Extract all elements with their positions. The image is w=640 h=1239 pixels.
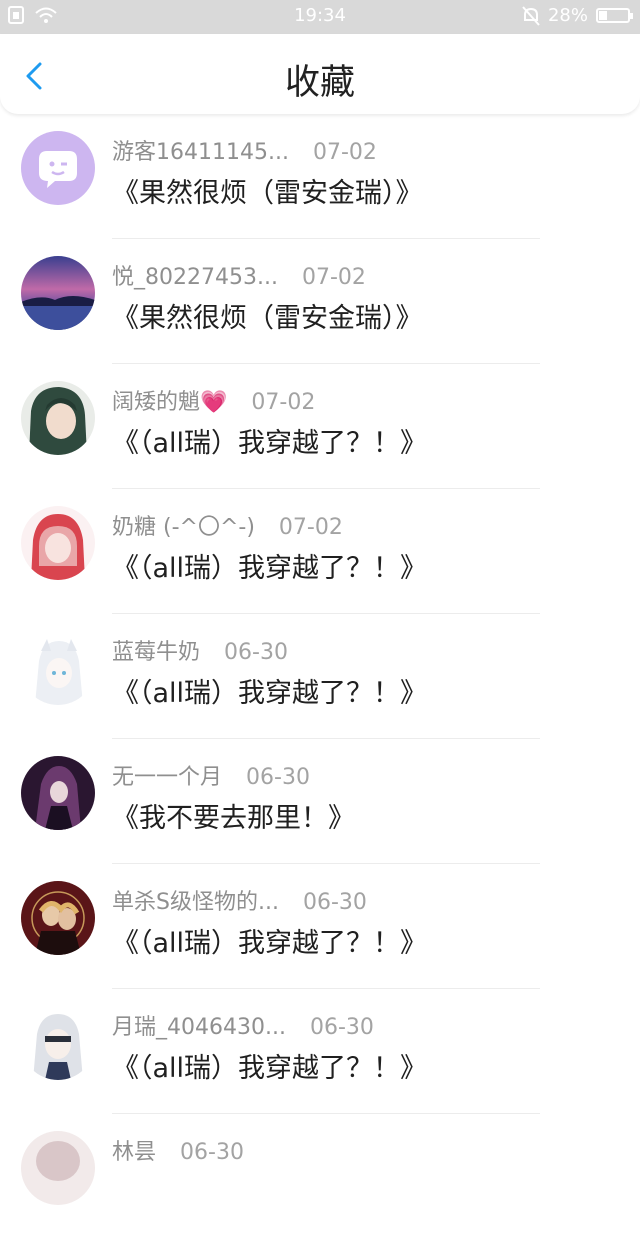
avatar[interactable] bbox=[21, 1131, 95, 1205]
book-title[interactable]: 《（all瑞）我穿越了？！》 bbox=[112, 1046, 427, 1085]
date: 06-30 bbox=[246, 765, 310, 790]
list-item[interactable]: 游客16411145... 07-02 《果然很烦（雷安金瑞）》 bbox=[0, 114, 640, 239]
page-title: 收藏 bbox=[284, 63, 355, 103]
item-meta: 林昙 06-30 bbox=[112, 1134, 244, 1166]
date: 07-02 bbox=[301, 265, 366, 290]
username[interactable]: 林昙 bbox=[112, 1140, 156, 1165]
username[interactable]: 阔矮的魈💗 bbox=[112, 390, 227, 415]
character-avatar-image bbox=[21, 881, 95, 955]
character-avatar-image bbox=[21, 631, 95, 705]
list-item[interactable]: 单杀S级怪物的... 06-30 《（all瑞）我穿越了？！》 bbox=[0, 864, 640, 989]
date: 06-30 bbox=[309, 1015, 374, 1040]
battery-level bbox=[599, 11, 607, 20]
date: 07-02 bbox=[251, 390, 316, 415]
avatar[interactable] bbox=[21, 756, 95, 830]
battery-percent: 28% bbox=[547, 5, 588, 26]
item-meta: 蓝莓牛奶 06-30 bbox=[112, 634, 288, 666]
landscape-avatar-image bbox=[21, 256, 95, 330]
item-meta: 阔矮的魈💗 07-02 bbox=[112, 384, 315, 416]
username[interactable]: 奶糖 (-^〇^-) bbox=[112, 515, 255, 540]
nav-bar: 收藏 bbox=[0, 34, 640, 114]
battery-icon bbox=[596, 8, 633, 23]
character-avatar-image bbox=[21, 1006, 95, 1080]
item-meta: 奶糖 (-^〇^-) 07-02 bbox=[112, 509, 343, 541]
avatar[interactable] bbox=[21, 881, 95, 955]
favorites-list: 游客16411145... 07-02 《果然很烦（雷安金瑞）》 悦_802274… bbox=[0, 114, 640, 1239]
mute-bell-icon bbox=[522, 5, 540, 26]
avatar[interactable] bbox=[21, 381, 95, 455]
book-title[interactable]: 《（all瑞）我穿越了？！》 bbox=[112, 546, 427, 585]
character-avatar-image bbox=[21, 506, 95, 580]
list-item[interactable]: 林昙 06-30 bbox=[0, 1114, 640, 1239]
book-title[interactable]: 《我不要去那里！》 bbox=[112, 796, 355, 835]
avatar[interactable] bbox=[21, 131, 95, 205]
item-meta: 无一一个月 06-30 bbox=[112, 759, 310, 791]
date: 07-02 bbox=[278, 515, 343, 540]
character-avatar-image bbox=[21, 1131, 95, 1205]
item-meta: 单杀S级怪物的... 06-30 bbox=[112, 884, 367, 916]
book-title[interactable]: 《（all瑞）我穿越了？！》 bbox=[112, 671, 427, 710]
avatar[interactable] bbox=[21, 1006, 95, 1080]
list-item[interactable]: 无一一个月 06-30 《我不要去那里！》 bbox=[0, 739, 640, 864]
list-item[interactable]: 月瑞_4046430... 06-30 《（all瑞）我穿越了？！》 bbox=[0, 989, 640, 1114]
date: 06-30 bbox=[180, 1140, 244, 1165]
list-item[interactable]: 阔矮的魈💗 07-02 《（all瑞）我穿越了？！》 bbox=[0, 364, 640, 489]
date: 06-30 bbox=[302, 890, 367, 915]
status-bar: 19:34 28% bbox=[0, 0, 640, 34]
avatar[interactable] bbox=[21, 506, 95, 580]
character-avatar-image bbox=[21, 756, 95, 830]
list-item[interactable]: 悦_80227453... 07-02 《果然很烦（雷安金瑞）》 bbox=[0, 239, 640, 364]
date: 07-02 bbox=[312, 140, 377, 165]
list-item[interactable]: 奶糖 (-^〇^-) 07-02 《（all瑞）我穿越了？！》 bbox=[0, 489, 640, 614]
date: 06-30 bbox=[224, 640, 288, 665]
avatar[interactable] bbox=[21, 631, 95, 705]
book-title[interactable]: 《果然很烦（雷安金瑞）》 bbox=[112, 296, 423, 335]
username[interactable]: 悦_80227453... bbox=[112, 265, 278, 290]
book-title[interactable]: 《（all瑞）我穿越了？！》 bbox=[112, 921, 427, 960]
username[interactable]: 无一一个月 bbox=[112, 765, 222, 790]
default-avatar-icon bbox=[21, 131, 95, 205]
username[interactable]: 单杀S级怪物的... bbox=[112, 890, 279, 915]
avatar[interactable] bbox=[21, 256, 95, 330]
username[interactable]: 游客16411145... bbox=[112, 140, 289, 165]
username[interactable]: 蓝莓牛奶 bbox=[112, 640, 200, 665]
item-meta: 月瑞_4046430... 06-30 bbox=[112, 1009, 374, 1041]
username[interactable]: 月瑞_4046430... bbox=[112, 1015, 286, 1040]
item-meta: 悦_80227453... 07-02 bbox=[112, 259, 366, 291]
book-title[interactable]: 《果然很烦（雷安金瑞）》 bbox=[112, 171, 423, 210]
item-meta: 游客16411145... 07-02 bbox=[112, 134, 377, 166]
book-title[interactable]: 《（all瑞）我穿越了？！》 bbox=[112, 421, 427, 460]
list-item[interactable]: 蓝莓牛奶 06-30 《（all瑞）我穿越了？！》 bbox=[0, 614, 640, 739]
status-right-icons: 28% bbox=[522, 5, 633, 26]
character-avatar-image bbox=[21, 381, 95, 455]
